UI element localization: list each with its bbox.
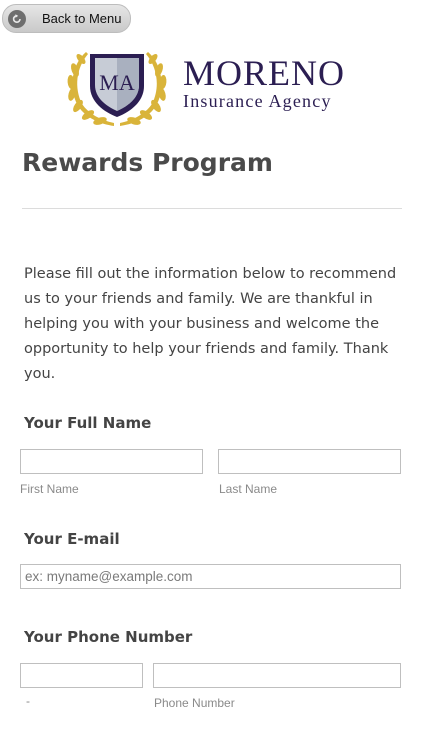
logo-monogram: MA bbox=[99, 70, 135, 95]
area-code-sublabel: - bbox=[26, 694, 30, 708]
email-input[interactable] bbox=[20, 564, 401, 589]
back-arrow-icon bbox=[8, 9, 26, 28]
intro-text: Please fill out the information below to… bbox=[24, 266, 397, 382]
logo-company-name: MORENO bbox=[183, 53, 346, 93]
back-to-menu-label: Back to Menu bbox=[42, 11, 122, 26]
page-title: Rewards Program bbox=[22, 148, 273, 177]
last-name-sublabel: Last Name bbox=[219, 482, 278, 496]
full-name-label: Your Full Name bbox=[24, 414, 152, 432]
last-name-input[interactable] bbox=[218, 449, 401, 474]
company-logo: MA MORENO Insurance Agency bbox=[62, 44, 362, 128]
phone-label: Your Phone Number bbox=[24, 628, 193, 646]
logo-emblem: MA bbox=[67, 52, 167, 126]
first-name-sublabel: First Name bbox=[20, 482, 79, 496]
logo-company-subtitle: Insurance Agency bbox=[183, 91, 332, 111]
email-label: Your E-mail bbox=[24, 530, 120, 548]
area-code-input[interactable] bbox=[20, 663, 143, 688]
title-divider bbox=[22, 208, 402, 209]
phone-number-input[interactable] bbox=[153, 663, 401, 688]
back-to-menu-button[interactable]: Back to Menu bbox=[2, 4, 131, 33]
phone-number-sublabel: Phone Number bbox=[154, 696, 235, 710]
first-name-input[interactable] bbox=[20, 449, 203, 474]
